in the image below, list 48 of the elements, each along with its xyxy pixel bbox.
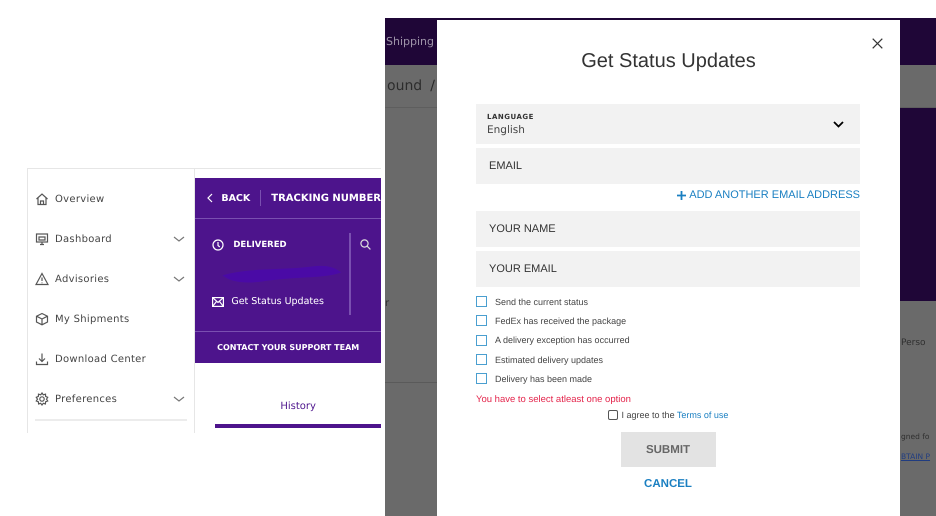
sidebar-item[interactable]: My Shipments	[28, 299, 194, 339]
checkbox[interactable]	[608, 410, 618, 420]
agreement-text: I agree to the Terms of use	[622, 410, 728, 420]
field-value: English	[487, 124, 526, 136]
download-icon	[35, 352, 49, 366]
checkbox[interactable]	[476, 354, 487, 366]
checkbox[interactable]	[476, 373, 487, 384]
sidebar-item[interactable]: Overview	[28, 179, 194, 219]
breadcrumb-separator: /	[430, 78, 435, 94]
chevron-down-icon	[833, 120, 844, 128]
column-header: Perso	[900, 338, 927, 348]
box-icon	[35, 312, 49, 326]
back-button[interactable]: BACK	[207, 192, 250, 204]
envelope-icon	[212, 296, 224, 306]
checkbox-label: Send the current status	[495, 296, 588, 307]
checkbox[interactable]	[476, 315, 487, 326]
monitor-icon	[35, 232, 49, 246]
warning-icon	[35, 272, 49, 286]
tracking-number-label: TRACKING NUMBER	[271, 192, 381, 204]
name-field[interactable]: YOUR NAME	[476, 211, 860, 247]
sidebar-item[interactable]: Download Center	[28, 339, 194, 379]
house-icon	[35, 192, 49, 206]
get-status-updates-link[interactable]: Get Status Updates	[212, 296, 350, 307]
add-email-link[interactable]: ADD ANOTHER EMAIL ADDRESS	[677, 189, 860, 201]
plus-icon	[677, 190, 686, 200]
checkbox-label: Delivery has been made	[495, 374, 592, 384]
dialog-title: Get Status Updates	[580, 50, 757, 73]
chevron-left-icon	[207, 193, 214, 203]
contact-support-link[interactable]: CONTACT YOUR SUPPORT TEAM	[195, 332, 381, 352]
checkbox-label: FedEx has received the package	[495, 316, 626, 326]
email-field[interactable]: EMAIL	[476, 148, 860, 184]
history-tab[interactable]: History	[215, 395, 381, 428]
status-label: DELIVERED	[233, 240, 287, 250]
checkbox[interactable]	[476, 334, 487, 346]
sidebar-item[interactable]: Advisories	[28, 259, 194, 299]
cancel-link[interactable]: CANCEL	[644, 478, 692, 490]
terms-link[interactable]: Terms of use	[676, 410, 728, 420]
search-icon	[360, 239, 372, 250]
checkbox[interactable]	[476, 296, 487, 308]
sidebar-item[interactable]: Dashboard	[28, 219, 194, 259]
checkbox-label: Estimated delivery updates	[495, 354, 604, 365]
checkbox-label: A delivery exception has occurred	[495, 335, 630, 346]
error-message: You have to select atleast one option	[476, 394, 632, 406]
clock-icon	[212, 239, 224, 251]
sidebar-item[interactable]: Preferences	[28, 379, 194, 419]
email-field[interactable]: YOUR EMAIL	[476, 251, 860, 287]
close-icon	[872, 38, 883, 49]
gear-icon	[35, 392, 49, 406]
